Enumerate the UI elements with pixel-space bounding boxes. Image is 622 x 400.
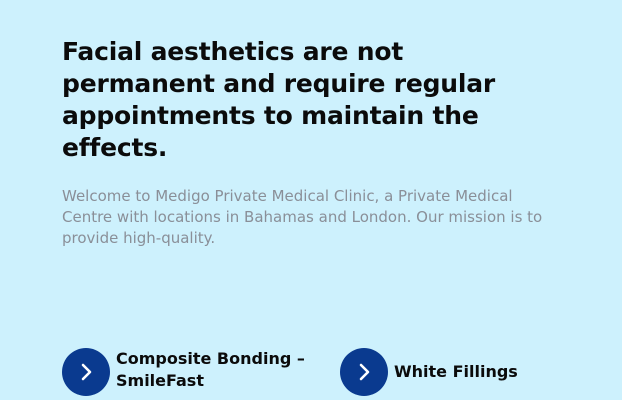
service-link-composite-bonding[interactable]: Composite Bonding – SmileFast — [62, 346, 326, 396]
hero-section: Facial aesthetics are not permanent and … — [62, 36, 562, 249]
services-list: Composite Bonding – SmileFast White Fill… — [62, 346, 582, 400]
intro-paragraph: Welcome to Medigo Private Medical Clinic… — [62, 187, 543, 247]
service-label[interactable]: Composite Bonding – SmileFast — [116, 346, 326, 392]
chevron-right-icon[interactable] — [62, 348, 110, 396]
service-label[interactable]: White Fillings — [394, 346, 544, 383]
page-headline: Facial aesthetics are not permanent and … — [62, 37, 496, 162]
service-link-white-fillings[interactable]: White Fillings — [340, 346, 544, 396]
chevron-right-icon[interactable] — [340, 348, 388, 396]
